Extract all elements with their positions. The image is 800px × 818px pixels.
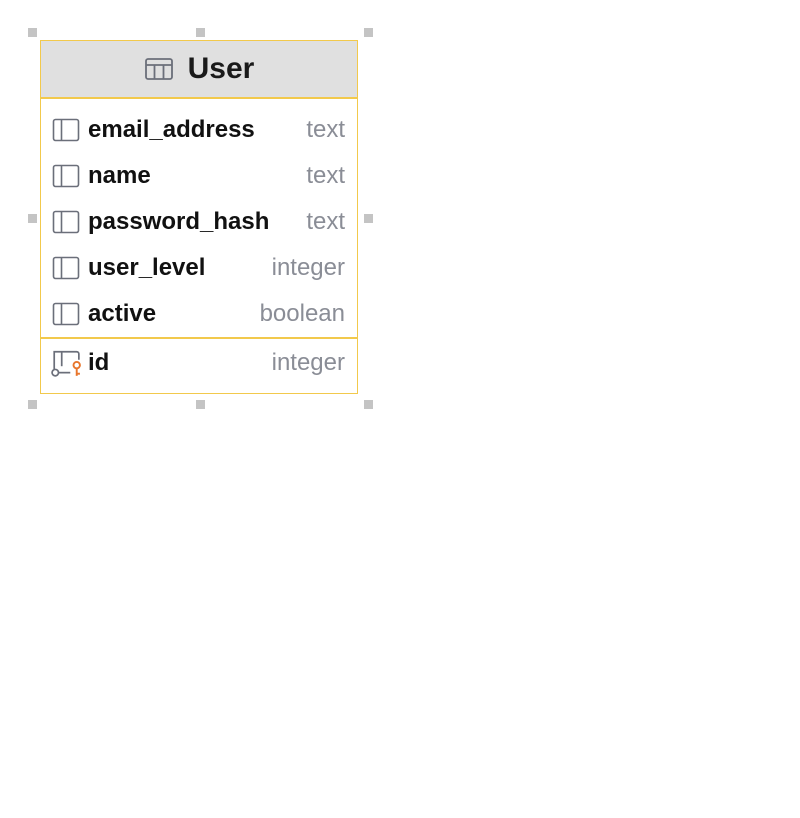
resize-handle-left[interactable] (28, 214, 37, 223)
field-type: text (306, 162, 345, 189)
field-name: active (88, 300, 157, 327)
column-icon (52, 164, 80, 188)
resize-handle-top-left[interactable] (28, 28, 37, 37)
field-name: name (88, 162, 151, 189)
table-title: User (187, 52, 255, 85)
primary-key-column-icon (51, 350, 81, 377)
field-type: integer (271, 254, 345, 281)
field-list: email_address text name text password_ha… (41, 99, 357, 337)
resize-handle-top[interactable] (196, 28, 205, 37)
field-row[interactable]: name text (41, 153, 357, 199)
resize-handle-bottom[interactable] (196, 400, 205, 409)
column-icon (52, 210, 80, 234)
field-name: user_level (88, 254, 206, 281)
primary-key-row[interactable]: id integer (41, 337, 357, 387)
field-name: password_hash (88, 208, 270, 235)
resize-handle-bottom-right[interactable] (364, 400, 373, 409)
diagram-canvas[interactable]: User email_address text name text passwo… (0, 0, 800, 818)
field-row[interactable]: email_address text (41, 107, 357, 153)
field-row[interactable]: password_hash text (41, 199, 357, 245)
column-icon (52, 256, 80, 280)
resize-handle-right[interactable] (364, 214, 373, 223)
table-node-user[interactable]: User email_address text name text passwo… (40, 40, 358, 394)
table-header[interactable]: User (41, 41, 357, 99)
table-grid-icon (144, 58, 173, 80)
field-type: integer (271, 349, 345, 376)
field-name: email_address (88, 116, 255, 143)
column-icon (52, 302, 80, 326)
field-type: text (306, 116, 345, 143)
field-type: boolean (259, 300, 345, 327)
field-name: id (88, 349, 110, 376)
field-row[interactable]: active boolean (41, 291, 357, 337)
field-row[interactable]: user_level integer (41, 245, 357, 291)
column-icon (52, 118, 80, 142)
resize-handle-bottom-left[interactable] (28, 400, 37, 409)
resize-handle-top-right[interactable] (364, 28, 373, 37)
field-type: text (306, 208, 345, 235)
